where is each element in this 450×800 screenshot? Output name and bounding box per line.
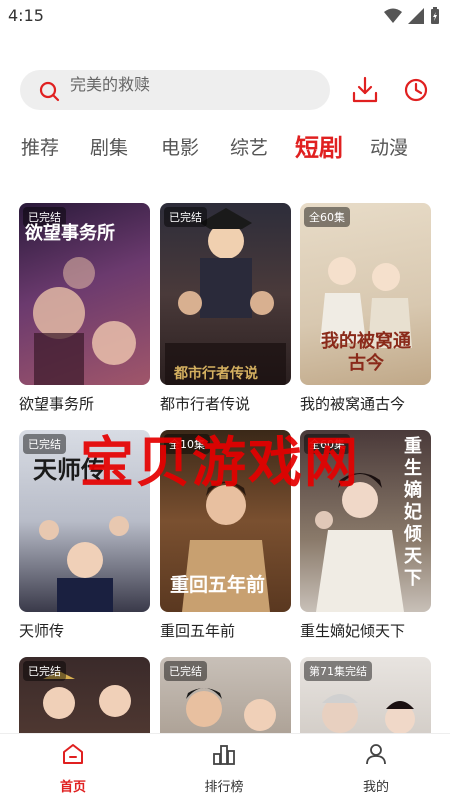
drama-title: 天师传 [19,622,65,640]
drama-title: 我的被窝通古今 [300,395,406,413]
nav-ranking-label: 排行榜 [204,780,244,795]
poster-title: 都市行者传说 [174,366,258,382]
poster-art [165,208,286,385]
watermark-text: 宝贝游戏网 [80,431,360,494]
poster-title: 欲望事务所 [25,223,115,244]
drama-card[interactable]: 全60集 我的被窝通古今 我的被窝通古今 [300,203,431,414]
poster-title: 重回五年前 [170,574,266,596]
status-badge: 已完结 [164,661,207,681]
poster-image: 全60集 我的被窝通古今 [300,203,431,385]
tab-movies[interactable]: 电影 [161,133,199,160]
profile-icon [366,744,386,765]
history-icon[interactable] [403,76,429,104]
nav-ranking[interactable]: 排行榜 [184,742,264,795]
drama-title: 欲望事务所 [19,395,95,413]
search-bar[interactable]: 完美的救赎 [20,70,330,110]
nav-home[interactable]: 首页 [33,742,113,795]
home-icon [63,744,83,764]
drama-title: 重生嫡妃倾天下 [300,622,406,640]
status-time: 4:15 [8,6,44,25]
wifi-icon [384,8,402,23]
drama-title: 都市行者传说 [160,395,251,413]
status-badge: 全60集 [304,207,350,227]
drama-title: 重回五年前 [160,622,236,640]
status-icons [384,7,440,25]
tab-recommend[interactable]: 推荐 [21,133,59,160]
poster-title: 重生嫡妃倾天下 [404,436,422,589]
signal-icon [408,8,424,24]
search-icon [39,81,60,102]
category-tabs: 推荐 剧集 电影 综艺 短剧 动漫 [0,128,450,168]
poster-image: 已完结 欲望事务所 [19,203,150,385]
bottom-nav: 首页 排行榜 我的 [0,733,450,800]
ranking-icon [213,745,235,765]
download-icon[interactable] [352,76,378,104]
tab-series[interactable]: 剧集 [90,133,128,160]
drama-card[interactable]: 已完结 都市行者传说 都市行者传说 [160,203,291,414]
nav-profile-label: 我的 [362,780,389,795]
tab-variety[interactable]: 综艺 [230,133,268,160]
poster-image: 已完结 都市行者传说 [160,203,291,385]
status-badge: 已完结 [164,207,207,227]
poster-title: 我的被窝通古今 [321,331,411,374]
nav-home-label: 首页 [59,780,86,795]
tab-short-drama[interactable]: 短剧 [295,128,343,163]
status-bar: 4:15 [0,0,450,32]
status-badge: 第71集完结 [304,661,372,681]
search-placeholder: 完美的救赎 [70,75,151,94]
nav-profile[interactable]: 我的 [336,742,416,795]
status-badge: 已完结 [23,661,66,681]
drama-card[interactable]: 已完结 欲望事务所 欲望事务所 [19,203,150,414]
battery-icon [431,7,439,24]
tab-anime[interactable]: 动漫 [370,133,408,160]
